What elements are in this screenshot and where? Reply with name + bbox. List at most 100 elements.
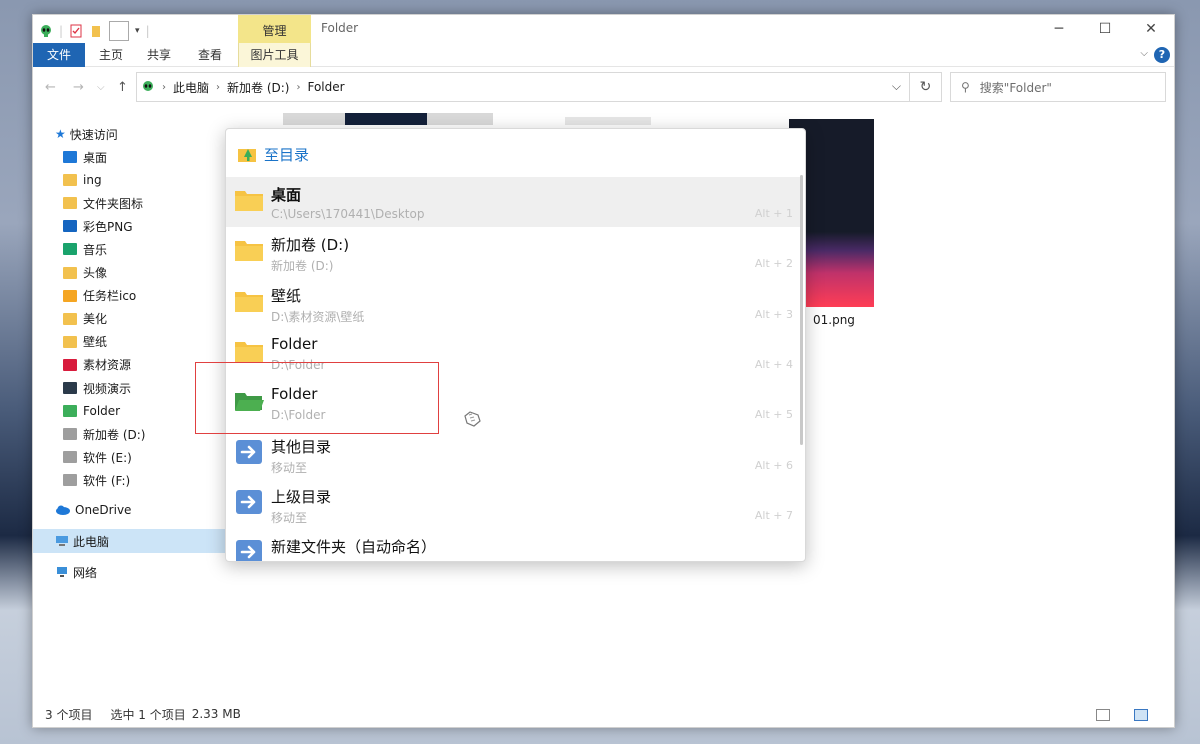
sidebar-item[interactable]: 软件 (E:): [63, 446, 132, 468]
menu-item-title: 其他目录: [271, 437, 332, 456]
forward-button[interactable]: →: [73, 80, 84, 95]
selection-size: 2.33 MB: [191, 707, 241, 721]
sidebar-item[interactable]: 桌面: [63, 146, 107, 168]
customize-dropdown-icon[interactable]: ▾: [135, 26, 140, 36]
popup-menu-item[interactable]: 桌面 C:\Users\170441\Desktop Alt + 1: [226, 177, 803, 227]
menu-item-shortcut: Alt + 2: [754, 257, 793, 271]
menu-item-title: 壁纸: [271, 286, 302, 305]
breadcrumb-drive-d[interactable]: 新加卷 (D:): [227, 79, 289, 96]
file-thumbnail[interactable]: [565, 117, 651, 125]
sidebar-item[interactable]: 文件夹图标: [63, 192, 143, 214]
minimize-button[interactable]: ─: [1036, 15, 1082, 43]
nav-network[interactable]: 网络: [55, 561, 97, 583]
menu-item-path: 移动至: [271, 510, 308, 525]
sidebar-item-label: 素材资源: [83, 358, 132, 373]
new-folder-icon[interactable]: [89, 24, 103, 38]
breadcrumb-separator: ›: [216, 81, 221, 93]
sidebar-item[interactable]: 壁纸: [63, 331, 107, 353]
popup-menu-item[interactable]: 其他目录 移动至 Alt + 6: [226, 429, 803, 479]
sidebar-item-label: 视频演示: [83, 381, 132, 396]
close-button[interactable]: ✕: [1128, 15, 1174, 43]
sidebar-item-label: 软件 (F:): [83, 473, 131, 488]
nav-this-pc[interactable]: 此电脑: [55, 530, 109, 552]
sidebar-item[interactable]: 视频演示: [63, 377, 131, 399]
menu-item-shortcut: Alt + 7: [754, 508, 793, 522]
sidebar-item-label: Folder: [83, 404, 121, 419]
popup-menu-item[interactable]: 新建文件夹（自动命名）: [226, 529, 803, 561]
nav-onedrive[interactable]: OneDrive: [55, 499, 131, 521]
tab-picture-tools[interactable]: 图片工具: [238, 43, 311, 67]
ribbon-tabs: 文件 主页 共享 查看 图片工具 ⌵ ?: [33, 43, 1174, 67]
menu-item-title: 上级目录: [271, 487, 332, 506]
folder-icon: [235, 341, 263, 362]
nav-quick-access[interactable]: ★ 快速访问: [55, 123, 118, 145]
sidebar-item-label: 文件夹图标: [83, 196, 144, 211]
search-box[interactable]: ⚲ 搜索"Folder": [950, 72, 1166, 102]
sidebar-item[interactable]: 新加卷 (D:): [63, 423, 145, 445]
address-bar[interactable]: › 此电脑 › 新加卷 (D:) › Folder ⌵: [136, 72, 910, 102]
hand-cursor-icon: [464, 411, 481, 427]
nav-this-pc-label: 此电脑: [73, 534, 110, 549]
folder-icon: [63, 312, 77, 325]
tab-file[interactable]: 文件: [33, 43, 85, 67]
annotation-highlight-box: [195, 362, 439, 434]
menu-item-path: 移动至: [271, 460, 308, 475]
sidebar-item-label: 美化: [83, 312, 108, 327]
sidebar-item[interactable]: Folder: [63, 400, 120, 422]
popup-scrollbar[interactable]: [800, 175, 803, 445]
file-label[interactable]: 01.png: [813, 313, 855, 327]
sidebar-item[interactable]: 头像: [63, 262, 107, 284]
customize-box[interactable]: [109, 21, 130, 41]
back-button[interactable]: ←: [45, 80, 56, 95]
folder-icon: [63, 428, 77, 441]
nav-quick-access-label: 快速访问: [69, 127, 118, 142]
details-view-icon[interactable]: [1096, 709, 1110, 721]
popup-menu-item[interactable]: 壁纸 D:\素材资源\壁纸 Alt + 3: [226, 278, 803, 328]
sidebar-item[interactable]: ing: [63, 169, 102, 191]
breadcrumb-folder[interactable]: Folder: [307, 80, 344, 94]
address-row: ← → ⌵ ↑ › 此电脑 › 新加卷 (D:) › Folder ⌵ ↻ ⚲ …: [33, 69, 1174, 103]
breadcrumb-separator: ›: [162, 81, 166, 93]
recent-locations-icon[interactable]: ⌵: [97, 82, 105, 93]
large-icons-view-icon[interactable]: [1134, 709, 1148, 721]
sidebar-item[interactable]: 任务栏ico: [63, 285, 136, 307]
sidebar-item[interactable]: 美化: [63, 308, 107, 330]
breadcrumb-separator: ›: [296, 81, 301, 93]
popup-menu-item[interactable]: 上级目录移动至 Alt + 7: [226, 479, 803, 529]
sidebar-item[interactable]: 软件 (F:): [63, 469, 130, 491]
help-icon[interactable]: ?: [1154, 47, 1170, 63]
tab-share[interactable]: 共享: [137, 43, 181, 67]
sidebar-item-label: 头像: [83, 266, 108, 280]
folder-icon: [235, 191, 263, 211]
manage-context-tab[interactable]: 管理: [238, 15, 311, 44]
folder-icon: [63, 358, 77, 371]
address-dropdown-icon[interactable]: ⌵: [892, 79, 901, 94]
file-thumbnail[interactable]: [283, 113, 493, 125]
computer-icon: [56, 536, 68, 546]
sidebar-item-label: 新加卷 (D:): [83, 427, 146, 442]
sidebar-item[interactable]: 素材资源: [63, 354, 131, 376]
cloud-icon: [56, 505, 70, 515]
menu-item-title: 新建文件夹（自动命名）: [271, 538, 437, 557]
breadcrumb-this-pc[interactable]: 此电脑: [173, 79, 209, 96]
tab-home[interactable]: 主页: [89, 43, 133, 67]
search-placeholder: 搜索"Folder": [979, 80, 1052, 95]
quick-access-toolbar: | ▾ |: [39, 21, 150, 41]
up-button[interactable]: ↑: [117, 80, 128, 95]
properties-icon[interactable]: [69, 24, 83, 38]
sidebar-item[interactable]: 音乐: [63, 238, 107, 260]
folder-icon: [235, 291, 263, 312]
toolbar-separator: |: [145, 24, 150, 38]
folder-icon: [63, 151, 77, 163]
status-bar: 3 个项目 选中 1 个项目 2.33 MB: [33, 701, 1174, 727]
nav-network-label: 网络: [73, 565, 98, 580]
menu-item-shortcut: Alt + 1: [754, 207, 793, 220]
tab-view[interactable]: 查看: [187, 43, 233, 67]
sidebar-item[interactable]: 彩色PNG: [63, 215, 133, 237]
expand-ribbon-icon[interactable]: ⌵: [1140, 48, 1148, 59]
search-icon: ⚲: [961, 80, 970, 94]
folder-icon: [63, 289, 77, 302]
refresh-button[interactable]: ↻: [910, 72, 942, 102]
popup-menu-item[interactable]: 新加卷 (D:) 新加卷 (D:) Alt + 2: [226, 227, 803, 277]
maximize-button[interactable]: ☐: [1082, 15, 1128, 43]
